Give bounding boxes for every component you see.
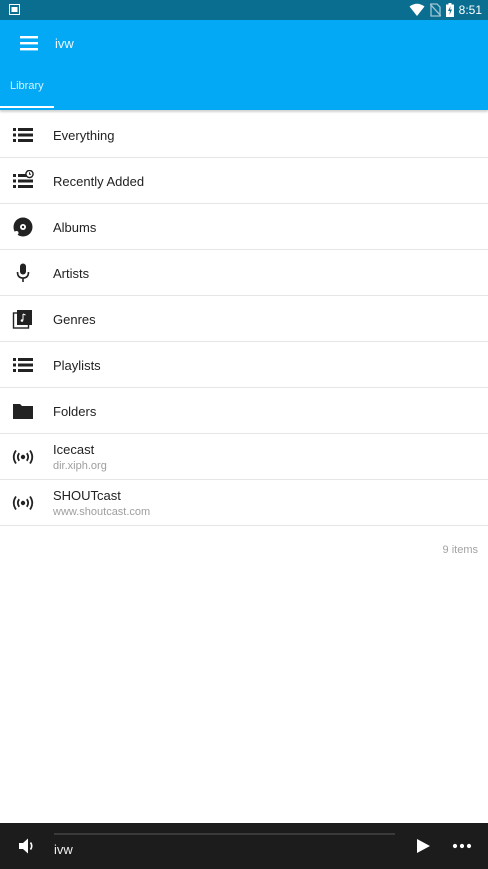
status-bar: 8:51 [0,0,488,20]
playlist-icon [13,358,33,372]
play-icon[interactable] [414,837,432,855]
list-item-icecast[interactable]: Icecast dir.xiph.org [0,434,488,480]
playback-progress[interactable] [54,833,395,835]
tab-bar: Library [0,66,488,110]
microphone-icon [16,263,30,282]
list-item-shoutcast[interactable]: SHOUTcast www.shoutcast.com [0,480,488,526]
list-item-playlists[interactable]: Playlists [0,342,488,388]
item-count: 9 items [442,544,478,556]
album-disc-icon [13,217,33,237]
genre-music-note-icon [12,310,32,329]
list-icon [13,128,33,142]
list-item-label: Icecast [53,442,95,457]
list-item-label: SHOUTcast [53,488,121,503]
list-item-label: Genres [53,312,96,327]
folder-icon [13,404,33,419]
tab-indicator [0,106,54,108]
volume-icon[interactable] [17,837,37,855]
wifi-icon [409,3,425,16]
list-item-artists[interactable]: Artists [0,250,488,296]
tab-library[interactable]: Library [10,80,44,92]
player-bar: ivw [0,823,488,869]
no-sim-icon [429,3,441,17]
list-item-label: Albums [53,220,97,235]
list-item-label: Folders [53,404,97,419]
more-options-icon[interactable] [452,837,472,855]
list-item-label: Artists [53,266,90,281]
notification-icon [9,4,20,15]
app-bar: ivw [0,20,488,66]
list-item-albums[interactable]: Albums [0,204,488,250]
status-icons: 8:51 [409,2,482,18]
list-item-label: Everything [53,128,115,143]
recent-list-icon [13,170,34,188]
list-item-label: Playlists [53,358,101,373]
app-title: ivw [55,36,74,51]
list-item-subtitle: www.shoutcast.com [53,506,151,518]
status-time: 8:51 [458,3,482,17]
menu-icon[interactable] [18,32,40,54]
radio-broadcast-icon [12,495,34,511]
list-item-recently-added[interactable]: Recently Added [0,158,488,204]
list-item-everything[interactable]: Everything [0,112,488,158]
list-item-subtitle: dir.xiph.org [53,460,107,472]
list-item-genres[interactable]: Genres [0,296,488,342]
library-list: Everything Recently Added Albums Artists [0,112,488,526]
now-playing-title: ivw [54,842,73,857]
list-item-folders[interactable]: Folders [0,388,488,434]
list-item-label: Recently Added [53,174,145,189]
radio-broadcast-icon [12,449,34,465]
battery-charging-icon [445,3,454,17]
